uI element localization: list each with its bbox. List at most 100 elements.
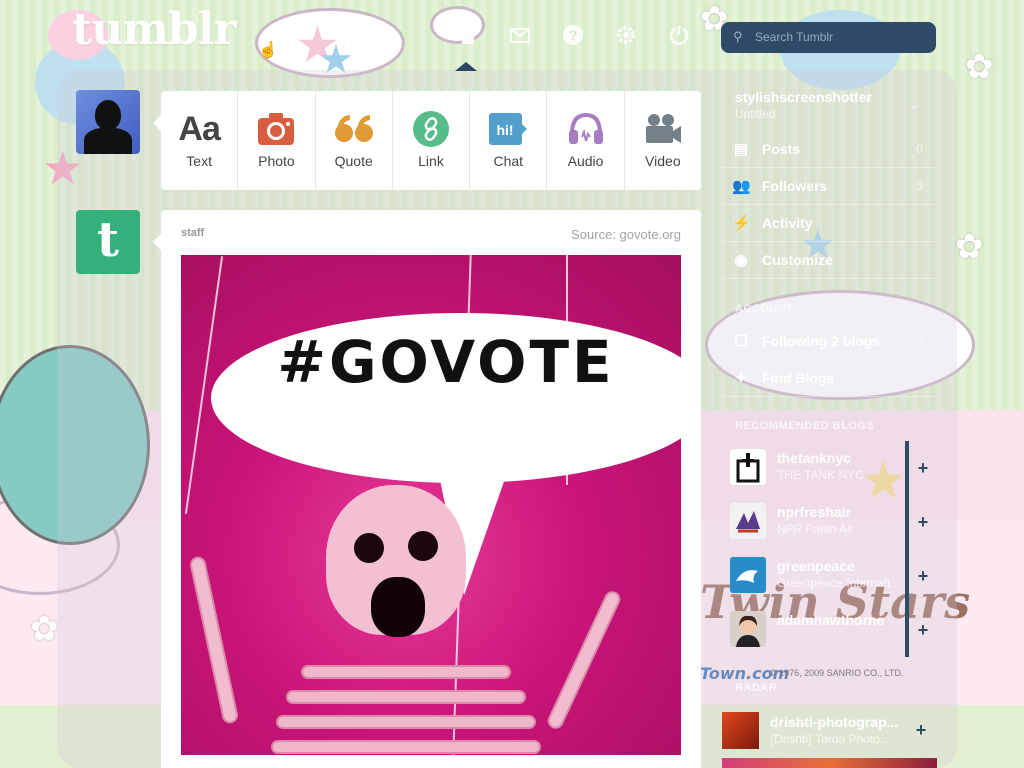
sidebar-item-label: Posts (762, 141, 801, 157)
skeleton-rib (301, 665, 511, 679)
skeleton-rib (286, 690, 526, 704)
tumblr-logo[interactable]: tumblr (72, 4, 237, 55)
sidebar-item-label: Followers (762, 178, 828, 194)
skull-eye-right (408, 531, 438, 561)
dashboard-post: staff Source: govote.org #GOVOTE (161, 210, 701, 768)
blog-description: NPR Fresh Air (777, 522, 854, 536)
post-pointer (153, 234, 161, 250)
blog-description: THE TANK NYC (777, 468, 864, 482)
text-icon: Aa (178, 109, 220, 148)
user-avatar[interactable] (76, 90, 140, 154)
radar-blog[interactable]: drishti-photograp... {Drishti} Tarda Pho… (722, 706, 937, 756)
sidebar-blog-name[interactable]: stylishscreenshotter (735, 89, 872, 105)
post-photo[interactable]: #GOVOTE (181, 255, 681, 755)
activity-icon: ⚡ (732, 215, 751, 232)
recommended-blog[interactable]: adamhawthorne + (722, 603, 937, 657)
post-type-quote[interactable]: Quote (316, 91, 393, 190)
camera-icon (258, 113, 295, 145)
skeleton-rib (276, 715, 536, 729)
headphones-icon (568, 112, 603, 144)
postbar-pointer (153, 115, 161, 131)
recommended-heading: RECOMMENDED BLOGS (735, 420, 875, 432)
eye-icon: ◉ (734, 252, 748, 269)
recommended-blog[interactable]: greenpeace Greenpeace Internati... + (722, 549, 937, 603)
sidebar-item-activity[interactable]: ⚡ Activity (722, 205, 937, 242)
recommended-blog[interactable]: nprfreshair NPR Fresh Air + (722, 495, 937, 549)
post-type-label: Chat (493, 153, 524, 169)
sidebar-item-label: Following 2 blogs (762, 333, 881, 349)
post-type-label: Photo (258, 153, 295, 169)
power-icon[interactable] (668, 24, 690, 46)
sidebar-item-label: Activity (762, 215, 813, 231)
post-type-video[interactable]: Video (625, 91, 701, 190)
post-type-photo[interactable]: Photo (238, 91, 316, 190)
account-heading: ACCOUNT (735, 303, 794, 315)
radar-blog-description: {Drishti} Tarda Photo... (770, 732, 890, 746)
follow-plus-button[interactable]: + (905, 712, 937, 749)
blog-avatar (730, 557, 766, 593)
sidebar-item-posts[interactable]: ▤ Posts 0 (722, 131, 937, 168)
quote-icon (334, 115, 373, 142)
mouse-cursor-icon: ☝ (258, 42, 278, 59)
post-type-text[interactable]: Aa Text (161, 91, 239, 190)
background-flower: ✿ (955, 228, 984, 266)
link-icon (412, 111, 449, 147)
sidebar-item-label: Find Blogs (762, 370, 835, 386)
blog-avatar (730, 449, 766, 485)
post-type-audio[interactable]: Audio (547, 91, 625, 190)
post-type-label: Link (418, 153, 444, 169)
follow-plus-button[interactable]: + (905, 549, 937, 603)
search-input[interactable]: ⚲ Search Tumblr (721, 22, 936, 53)
sidebar-item-label: Customize (762, 252, 833, 268)
sidebar-item-find-blogs[interactable]: ✦ Find Blogs (722, 360, 937, 397)
chevron-down-icon[interactable]: ⌄ (908, 96, 920, 113)
background-flower: ✿ (965, 48, 994, 86)
skull-eye-left (354, 533, 384, 563)
svg-text:?: ? (569, 27, 578, 43)
active-nav-indicator (455, 62, 477, 71)
blog-avatar (730, 503, 766, 539)
gear-icon[interactable] (615, 24, 637, 46)
blog-name: nprfreshair (777, 504, 851, 520)
sidebar-item-followers[interactable]: 👥 Followers 3 (722, 168, 937, 205)
sidebar-item-count: 0 (916, 142, 923, 156)
home-icon[interactable] (457, 24, 479, 46)
skeleton-arm-right (545, 588, 623, 732)
avatar-silhouette-body (84, 128, 132, 154)
following-icon: ☐ (734, 333, 748, 350)
chat-icon: hi! (489, 113, 528, 145)
blog-description: Greenpeace Internati... (777, 576, 900, 590)
svg-text:hi!: hi! (497, 122, 514, 138)
blog-name: adamhawthorne (777, 612, 885, 628)
follow-plus-button[interactable]: + (905, 495, 937, 549)
recommended-blog[interactable]: thetanknyc THE TANK NYC + (722, 441, 937, 495)
post-type-label: Video (645, 153, 681, 169)
follow-plus-button[interactable]: + (905, 603, 937, 657)
post-source-link[interactable]: Source: govote.org (571, 227, 681, 242)
blog-name: greenpeace (777, 558, 855, 574)
background-flower: ✿ (30, 610, 59, 648)
staff-avatar[interactable]: t (76, 210, 140, 274)
sidebar-item-customize[interactable]: ◉ Customize (722, 242, 937, 279)
sidebar-blog-subtitle: Untitled (735, 107, 776, 121)
radar-post-image[interactable] (722, 758, 937, 768)
post-type-link[interactable]: Link (393, 91, 471, 190)
post-type-label: Text (186, 153, 212, 169)
skeleton-rib (271, 740, 541, 754)
post-type-chat[interactable]: hi! Chat (470, 91, 548, 190)
avatar-silhouette-head (95, 100, 121, 130)
skull-mouth (371, 577, 425, 637)
mail-icon[interactable] (509, 24, 531, 46)
search-placeholder: Search Tumblr (755, 30, 834, 44)
post-username[interactable]: staff (181, 227, 204, 239)
sidebar-item-count: 3 (916, 179, 923, 193)
sidebar-item-following[interactable]: ☐ Following 2 blogs › (722, 323, 937, 360)
post-type-bar: Aa Text Photo Quote Link hi! Chat Audio (161, 91, 701, 190)
skeleton-arm-left (188, 555, 240, 725)
posts-icon: ▤ (733, 141, 749, 158)
follow-plus-button[interactable]: + (905, 441, 937, 495)
help-icon[interactable]: ? (562, 24, 584, 46)
radar-blog-name: drishti-photograp... (770, 714, 899, 730)
govote-text: #GOVOTE (277, 328, 615, 396)
skeleton-skull (326, 485, 466, 637)
